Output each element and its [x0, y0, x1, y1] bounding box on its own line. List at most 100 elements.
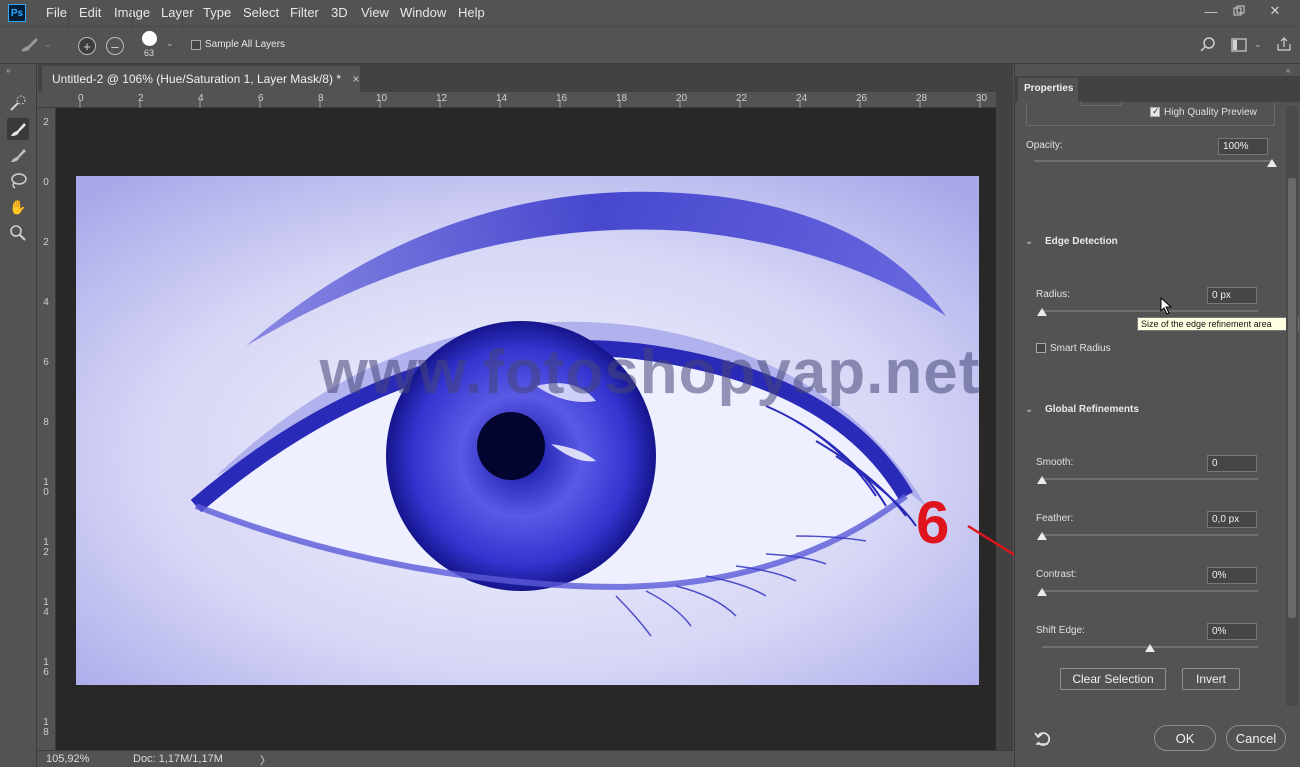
collapse-panel-icon[interactable]: » — [6, 66, 10, 75]
ruler-tick-label: 14 — [496, 93, 508, 104]
ruler-tick-label: 12 — [43, 537, 49, 558]
radius-tooltip: Size of the edge refinement area — [1137, 317, 1299, 331]
menu-edit[interactable]: Edit — [79, 5, 101, 20]
high-quality-preview-checkbox[interactable] — [1150, 106, 1160, 117]
ruler-tick-label: 10 — [376, 93, 388, 104]
clear-selection-button[interactable]: Clear Selection — [1060, 668, 1166, 690]
refine-edge-brush-tool-icon[interactable] — [7, 118, 29, 140]
sample-all-layers-checkbox[interactable] — [191, 40, 201, 50]
cancel-button[interactable]: Cancel — [1226, 725, 1286, 751]
smooth-field[interactable]: 0 — [1207, 455, 1257, 472]
menu-help[interactable]: Help — [458, 5, 485, 20]
feather-slider[interactable] — [1042, 534, 1258, 536]
hand-tool-icon[interactable]: ✋ — [7, 196, 29, 218]
menu-file[interactable]: File — [46, 5, 67, 20]
menu-bar — [0, 0, 1300, 26]
ruler-tick-label: 28 — [916, 93, 928, 104]
brush-picker-chevron-icon[interactable]: ⌄ — [166, 38, 174, 49]
feather-slider-thumb[interactable] — [1037, 532, 1047, 540]
ruler-tick-label: 16 — [43, 657, 49, 678]
options-separator — [68, 8, 69, 30]
global-refinements-heading[interactable]: Global Refinements — [1045, 404, 1139, 415]
ruler-tick-label: 2 — [43, 117, 49, 128]
contrast-slider[interactable] — [1042, 590, 1258, 592]
add-to-selection-icon[interactable]: + — [78, 37, 96, 55]
view-dropdown[interactable] — [1080, 102, 1122, 106]
ruler-horizontal: 0 2 4 6 8 10 12 14 16 18 20 22 24 26 28 … — [38, 92, 1013, 108]
ruler-tick-label: 10 — [43, 477, 49, 498]
zoom-tool-icon[interactable] — [7, 222, 29, 244]
shift-edge-field[interactable]: 0% — [1207, 623, 1257, 640]
menu-layer[interactable]: Layer — [161, 5, 194, 20]
collapse-panel-icon[interactable]: « — [1286, 66, 1290, 75]
document-tab[interactable]: Untitled-2 @ 106% (Hue/Saturation 1, Lay… — [42, 66, 360, 92]
global-refinements-chevron-icon[interactable]: ⌄ — [1025, 404, 1033, 415]
workspace-chevron-icon[interactable]: ⌄ — [1254, 39, 1262, 50]
share-icon[interactable] — [1276, 36, 1292, 55]
ok-button[interactable]: OK — [1154, 725, 1216, 751]
search-icon[interactable] — [1200, 37, 1216, 56]
properties-panel — [1014, 64, 1300, 767]
menu-filter[interactable]: Filter — [290, 5, 319, 20]
menu-type[interactable]: Type — [203, 5, 231, 20]
brush-size: 63 — [144, 48, 155, 58]
shift-edge-label: Shift Edge: — [1036, 625, 1085, 636]
smooth-slider-thumb[interactable] — [1037, 476, 1047, 484]
smooth-slider[interactable] — [1042, 478, 1258, 480]
menu-3d[interactable]: 3D — [331, 5, 348, 20]
zoom-level[interactable]: 105,92% — [46, 753, 89, 765]
ruler-tick-label: 30 — [976, 93, 988, 104]
lasso-tool-icon[interactable] — [7, 170, 29, 192]
document-tab-title: Untitled-2 @ 106% (Hue/Saturation 1, Lay… — [52, 72, 341, 86]
options-separator — [132, 8, 133, 30]
eye-photo[interactable] — [76, 176, 979, 685]
step-number-annotation: 6 — [916, 489, 950, 556]
properties-tab[interactable]: Properties — [1018, 78, 1078, 102]
photoshop-logo-icon: Ps — [8, 4, 26, 22]
opacity-label: Opacity: — [1026, 140, 1063, 151]
menu-window[interactable]: Window — [400, 5, 446, 20]
ruler-tick-label: 14 — [43, 597, 49, 618]
reset-icon[interactable] — [1034, 730, 1052, 751]
menu-view[interactable]: View — [361, 5, 389, 20]
radius-field[interactable]: 0 px — [1207, 287, 1257, 304]
contrast-slider-thumb[interactable] — [1037, 588, 1047, 596]
feather-label: Feather: — [1036, 513, 1074, 524]
ruler-tick-label: 18 — [43, 717, 49, 738]
contrast-field[interactable]: 0% — [1207, 567, 1257, 584]
properties-scrollbar-thumb[interactable] — [1288, 178, 1296, 618]
status-bar: 105,92% Doc: 1,17M/1,17M 〉 — [38, 750, 1013, 767]
shift-edge-slider-thumb[interactable] — [1145, 644, 1155, 652]
invert-button[interactable]: Invert — [1182, 668, 1240, 690]
opacity-field[interactable]: 100% — [1218, 138, 1268, 155]
radius-slider-thumb[interactable] — [1037, 308, 1047, 316]
smart-radius-checkbox[interactable] — [1036, 343, 1046, 353]
refine-edge-brush-icon[interactable] — [18, 36, 40, 57]
opacity-slider-thumb[interactable] — [1267, 159, 1277, 167]
workspace-icon[interactable] — [1231, 38, 1247, 55]
restore-icon[interactable] — [1228, 2, 1250, 20]
doc-info: Doc: 1,17M/1,17M — [133, 753, 223, 765]
brush-preview-icon[interactable] — [142, 31, 157, 46]
close-tab-icon[interactable]: × — [352, 72, 359, 86]
minimize-icon[interactable]: — — [1200, 2, 1222, 20]
tool-preset-chevron-icon[interactable]: ⌄ — [44, 39, 52, 50]
ruler-tick-label: 8 — [43, 417, 49, 428]
status-menu-arrow-icon[interactable]: 〉 — [260, 752, 271, 767]
brush-tool-icon[interactable] — [7, 144, 29, 166]
edge-detection-chevron-icon[interactable]: ⌄ — [1025, 236, 1033, 247]
radius-label: Radius: — [1036, 289, 1070, 300]
close-window-icon[interactable]: ✕ — [1264, 2, 1286, 20]
quick-selection-tool-icon[interactable] — [7, 92, 29, 114]
ruler-tick-label: 16 — [556, 93, 568, 104]
feather-field[interactable]: 0,0 px — [1207, 511, 1257, 528]
subtract-from-selection-icon[interactable]: – — [106, 37, 124, 55]
ruler-tick-label: 4 — [43, 297, 49, 308]
menu-select[interactable]: Select — [243, 5, 279, 20]
ruler-tick-label: 12 — [436, 93, 448, 104]
radius-slider[interactable] — [1042, 310, 1258, 312]
edge-detection-heading[interactable]: Edge Detection — [1045, 236, 1118, 247]
opacity-slider[interactable] — [1034, 160, 1272, 162]
ruler-tick-label: 4 — [198, 93, 204, 104]
ruler-vertical: 2 0 2 4 6 8 10 12 14 16 18 — [38, 108, 56, 750]
